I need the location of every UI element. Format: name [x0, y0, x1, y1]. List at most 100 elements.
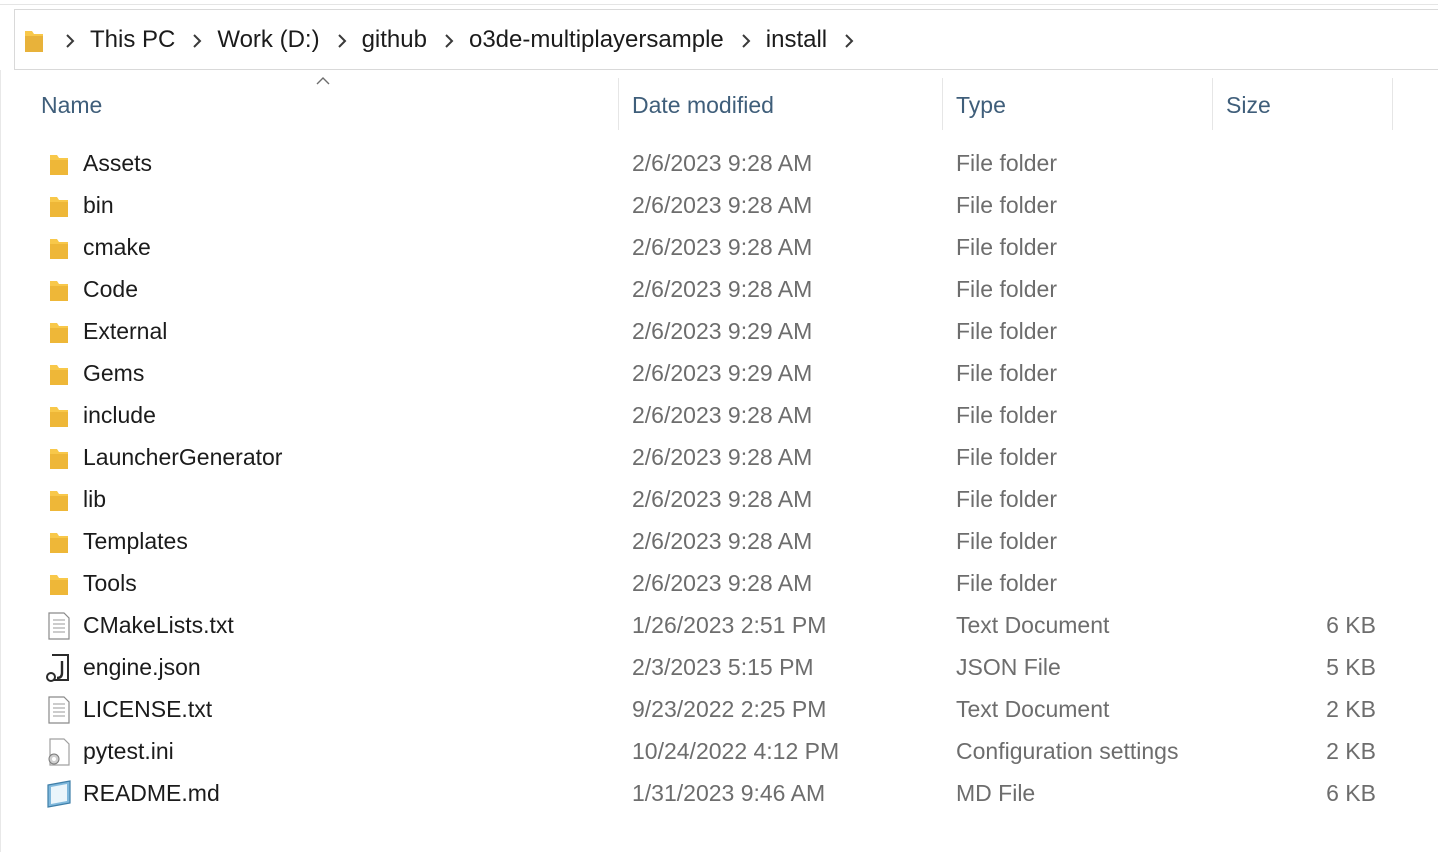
file-date-modified: 2/6/2023 9:29 AM [632, 360, 813, 386]
file-type: Text Document [956, 612, 1110, 638]
list-item[interactable]: LauncherGenerator 2/6/2023 9:28 AM File fo… [0, 439, 1438, 481]
file-type: File folder [956, 192, 1057, 218]
file-name: include [83, 402, 156, 428]
file-name: Assets [83, 150, 153, 176]
list-item[interactable]: Templates 2/6/2023 9:28 AM File folder [0, 523, 1438, 565]
file-size: 6 KB [1326, 780, 1376, 806]
list-item[interactable]: pytest.ini 10/24/2022 4:12 PM Configuratio… [0, 733, 1438, 775]
file-name: engine.json [83, 654, 201, 680]
file-date-modified: 2/6/2023 9:28 AM [632, 276, 813, 302]
file-date-modified: 2/6/2023 9:28 AM [632, 570, 813, 596]
file-name: External [83, 318, 168, 344]
list-item[interactable]: include 2/6/2023 9:28 AM File folder [0, 397, 1438, 439]
file-size: 5 KB [1326, 654, 1376, 680]
file-name: cmake [83, 234, 151, 260]
file-type: File folder [956, 150, 1057, 176]
file-name: Code [83, 276, 138, 302]
list-item[interactable]: Code 2/6/2023 9:28 AM File folder [0, 271, 1438, 313]
list-item[interactable]: README.md 1/31/2023 9:46 AM MD File 6 KB [0, 775, 1438, 817]
column-divider[interactable] [1212, 78, 1213, 130]
file-date-modified: 2/6/2023 9:28 AM [632, 528, 813, 554]
chevron-right-icon[interactable] [332, 30, 352, 50]
list-item[interactable]: Assets 2/6/2023 9:28 AM File folder [0, 145, 1438, 187]
file-date-modified: 1/26/2023 2:51 PM [632, 612, 827, 638]
file-type: Text Document [956, 696, 1110, 722]
file-type: Configuration settings [956, 738, 1179, 764]
list-item[interactable]: CMakeLists.txt 1/26/2023 2:51 PM Text Docu… [0, 607, 1438, 649]
file-size: 6 KB [1326, 612, 1376, 638]
breadcrumb-item[interactable]: Work (D:) [217, 26, 319, 54]
list-item[interactable]: engine.json 2/3/2023 5:15 PM JSON File 5 KB [0, 649, 1438, 691]
file-date-modified: 2/6/2023 9:28 AM [632, 444, 813, 470]
file-date-modified: 2/6/2023 9:28 AM [632, 234, 813, 260]
file-name: Tools [83, 570, 137, 596]
file-type: File folder [956, 444, 1057, 470]
column-divider[interactable] [1392, 78, 1393, 130]
folder-icon [44, 149, 74, 179]
file-name: Templates [83, 528, 188, 554]
folder-icon [44, 485, 74, 515]
file-name: bin [83, 192, 114, 218]
breadcrumb-item[interactable]: install [766, 26, 827, 54]
text-file-icon [44, 611, 74, 641]
file-type: File folder [956, 234, 1057, 260]
chevron-right-icon[interactable] [439, 30, 459, 50]
file-name: lib [83, 486, 107, 512]
file-date-modified: 2/6/2023 9:28 AM [632, 486, 813, 512]
file-type: File folder [956, 528, 1057, 554]
column-divider[interactable] [942, 78, 943, 130]
folder-icon [44, 359, 74, 389]
file-date-modified: 2/6/2023 9:29 AM [632, 318, 813, 344]
column-divider[interactable] [618, 78, 619, 130]
file-name: CMakeLists.txt [83, 612, 234, 638]
file-type: File folder [956, 402, 1057, 428]
breadcrumb-item[interactable]: o3de-multiplayersample [469, 26, 724, 54]
file-date-modified: 1/31/2023 9:46 AM [632, 780, 826, 806]
column-header-date[interactable]: Date modified [632, 80, 774, 130]
file-name: README.md [83, 780, 220, 806]
address-bar[interactable]: This PC Work (D:) github o3de-multiplayersa… [14, 9, 1438, 70]
breadcrumb: This PC Work (D:) github o3de-multiplayersa… [60, 10, 869, 69]
folder-icon [44, 275, 74, 305]
folder-icon [23, 28, 45, 59]
list-item[interactable]: Tools 2/6/2023 9:28 AM File folder [0, 565, 1438, 607]
file-name: LICENSE.txt [83, 696, 213, 722]
breadcrumb-item[interactable]: This PC [90, 26, 175, 54]
folder-icon [44, 317, 74, 347]
file-name: pytest.ini [83, 738, 174, 764]
list-item[interactable]: lib 2/6/2023 9:28 AM File folder [0, 481, 1438, 523]
list-item[interactable]: LICENSE.txt 9/23/2022 2:25 PM Text Documen… [0, 691, 1438, 733]
folder-icon [44, 401, 74, 431]
folder-icon [44, 569, 74, 599]
file-type: File folder [956, 486, 1057, 512]
file-type: File folder [956, 570, 1057, 596]
file-size: 2 KB [1326, 738, 1376, 764]
chevron-right-icon[interactable] [736, 30, 756, 50]
file-name: LauncherGenerator [83, 444, 283, 470]
file-type: JSON File [956, 654, 1061, 680]
list-item[interactable]: cmake 2/6/2023 9:28 AM File folder [0, 229, 1438, 271]
file-type: File folder [956, 276, 1057, 302]
chevron-right-icon[interactable] [60, 30, 80, 50]
file-date-modified: 2/6/2023 9:28 AM [632, 192, 813, 218]
column-header-size[interactable]: Size [1226, 80, 1271, 130]
file-date-modified: 9/23/2022 2:25 PM [632, 696, 827, 722]
list-item[interactable]: bin 2/6/2023 9:28 AM File folder [0, 187, 1438, 229]
notepad-file-icon [44, 779, 74, 809]
window-top-edge [0, 4, 1438, 5]
column-header-name[interactable]: Name [41, 80, 102, 130]
file-date-modified: 2/6/2023 9:28 AM [632, 150, 813, 176]
chevron-right-icon[interactable] [187, 30, 207, 50]
text-file-icon [44, 695, 74, 725]
file-date-modified: 10/24/2022 4:12 PM [632, 738, 840, 764]
config-file-icon [44, 737, 74, 767]
chevron-right-icon[interactable] [839, 30, 859, 50]
list-item[interactable]: Gems 2/6/2023 9:29 AM File folder [0, 355, 1438, 397]
list-item[interactable]: External 2/6/2023 9:29 AM File folder [0, 313, 1438, 355]
breadcrumb-item[interactable]: github [362, 26, 427, 54]
file-date-modified: 2/6/2023 9:28 AM [632, 402, 813, 428]
column-header-type[interactable]: Type [956, 80, 1006, 130]
file-size: 2 KB [1326, 696, 1376, 722]
file-type: File folder [956, 318, 1057, 344]
folder-icon [44, 443, 74, 473]
